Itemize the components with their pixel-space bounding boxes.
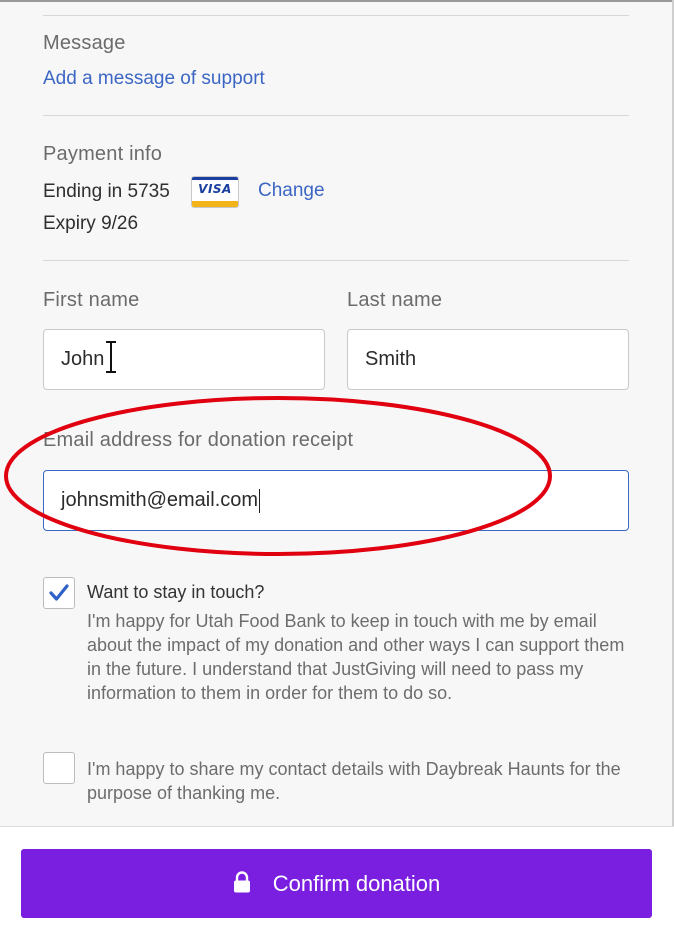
- last-name-value: Smith: [365, 348, 417, 370]
- add-message-link[interactable]: Add a message of support: [43, 68, 265, 90]
- text-caret: [259, 488, 261, 513]
- divider: [43, 15, 629, 16]
- first-name-value: John: [61, 348, 105, 370]
- email-value: johnsmith@email.com: [61, 489, 259, 511]
- card-expiry: Expiry 9/26: [43, 213, 139, 234]
- stay-in-touch-title: Want to stay in touch?: [87, 582, 265, 602]
- first-name-label: First name: [43, 289, 140, 311]
- stay-in-touch-body: I'm happy for Utah Food Bank to keep in …: [87, 611, 625, 703]
- visa-card-icon: VISA: [191, 176, 239, 208]
- card-ending: Ending in 5735: [43, 181, 170, 202]
- top-border: [0, 0, 674, 2]
- text-cursor-icon: [106, 341, 116, 373]
- card-brand: VISA: [198, 182, 232, 196]
- email-label: Email address for donation receipt: [43, 429, 354, 451]
- confirm-donation-label: Confirm donation: [272, 870, 441, 896]
- last-name-label: Last name: [347, 289, 443, 311]
- share-details-checkbox[interactable]: [43, 752, 75, 784]
- email-field[interactable]: johnsmith@email.com: [43, 470, 629, 531]
- message-heading: Message: [43, 32, 126, 54]
- first-name-field[interactable]: John: [43, 329, 325, 390]
- share-details-body: I'm happy to share my contact details wi…: [87, 759, 621, 803]
- lock-icon: [233, 870, 250, 892]
- divider: [43, 115, 629, 116]
- last-name-field[interactable]: Smith: [347, 329, 629, 390]
- change-card-link[interactable]: Change: [258, 180, 325, 202]
- stay-in-touch-checkbox[interactable]: [43, 577, 75, 609]
- divider: [43, 260, 629, 261]
- payment-heading: Payment info: [43, 143, 163, 165]
- checkmark-icon: [49, 584, 69, 601]
- confirm-donation-button[interactable]: Confirm donation: [21, 849, 652, 918]
